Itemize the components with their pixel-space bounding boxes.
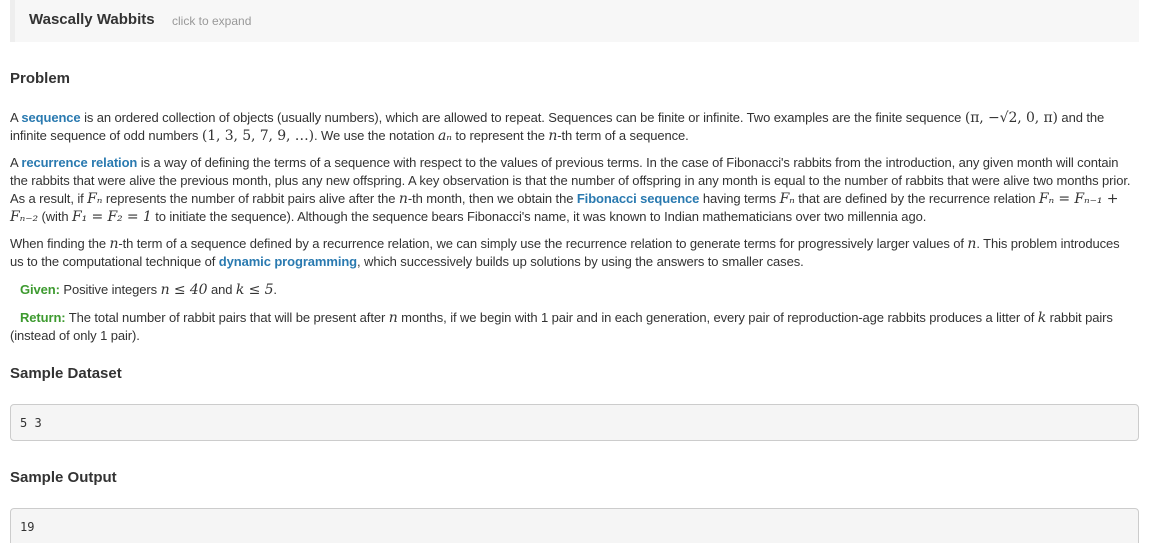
return-statement: Return: The total number of rabbit pairs… <box>10 310 1113 343</box>
math-initial-values: F₁ = F₂ = 1 <box>71 209 152 225</box>
given-label: Given: <box>20 282 60 297</box>
math-k-bound: k ≤ 5 <box>235 282 274 298</box>
problem-heading: Problem <box>10 70 71 87</box>
dynamic-programming-link[interactable]: dynamic programming <box>219 254 357 269</box>
recurrence-relation-link[interactable]: recurrence relation <box>21 155 137 170</box>
math-n: n <box>388 310 398 326</box>
math-a-n: aₙ <box>438 128 452 144</box>
math-k: k <box>1037 310 1047 326</box>
math-n-bound: n ≤ 40 <box>160 282 208 298</box>
sample-dataset-heading: Sample Dataset <box>10 365 122 382</box>
given-statement: Given: Positive integers n ≤ 40 and k ≤ … <box>20 282 277 298</box>
sequence-link[interactable]: sequence <box>21 110 80 125</box>
math-finite-sequence: (π, −√2, 0, π) <box>964 110 1058 126</box>
problem-intro-collapsible[interactable]: Wascally Wabbits click to expand <box>10 0 1139 42</box>
math-f-n: Fₙ <box>779 191 795 207</box>
paragraph-sequence: A sequence is an ordered collection of o… <box>10 110 1105 144</box>
math-f-n: Fₙ <box>87 191 103 207</box>
math-odd-sequence: (1, 3, 5, 7, 9, …) <box>201 128 314 144</box>
sample-output-box[interactable]: 19 <box>10 508 1139 543</box>
paragraph-dynamic-programming: When finding the n-th term of a sequence… <box>10 236 1120 269</box>
return-label: Return: <box>20 310 66 325</box>
math-n: n <box>967 236 977 252</box>
paragraph-recurrence: A recurrence relation is a way of defini… <box>10 155 1131 225</box>
problem-title[interactable]: Wascally Wabbits <box>29 11 155 29</box>
math-n: n <box>398 191 408 207</box>
sample-dataset-box[interactable]: 5 3 <box>10 404 1139 441</box>
sample-output-heading: Sample Output <box>10 469 117 486</box>
expand-hint[interactable]: click to expand <box>172 14 251 28</box>
math-n: n <box>548 128 558 144</box>
fibonacci-sequence-link[interactable]: Fibonacci sequence <box>577 191 700 206</box>
